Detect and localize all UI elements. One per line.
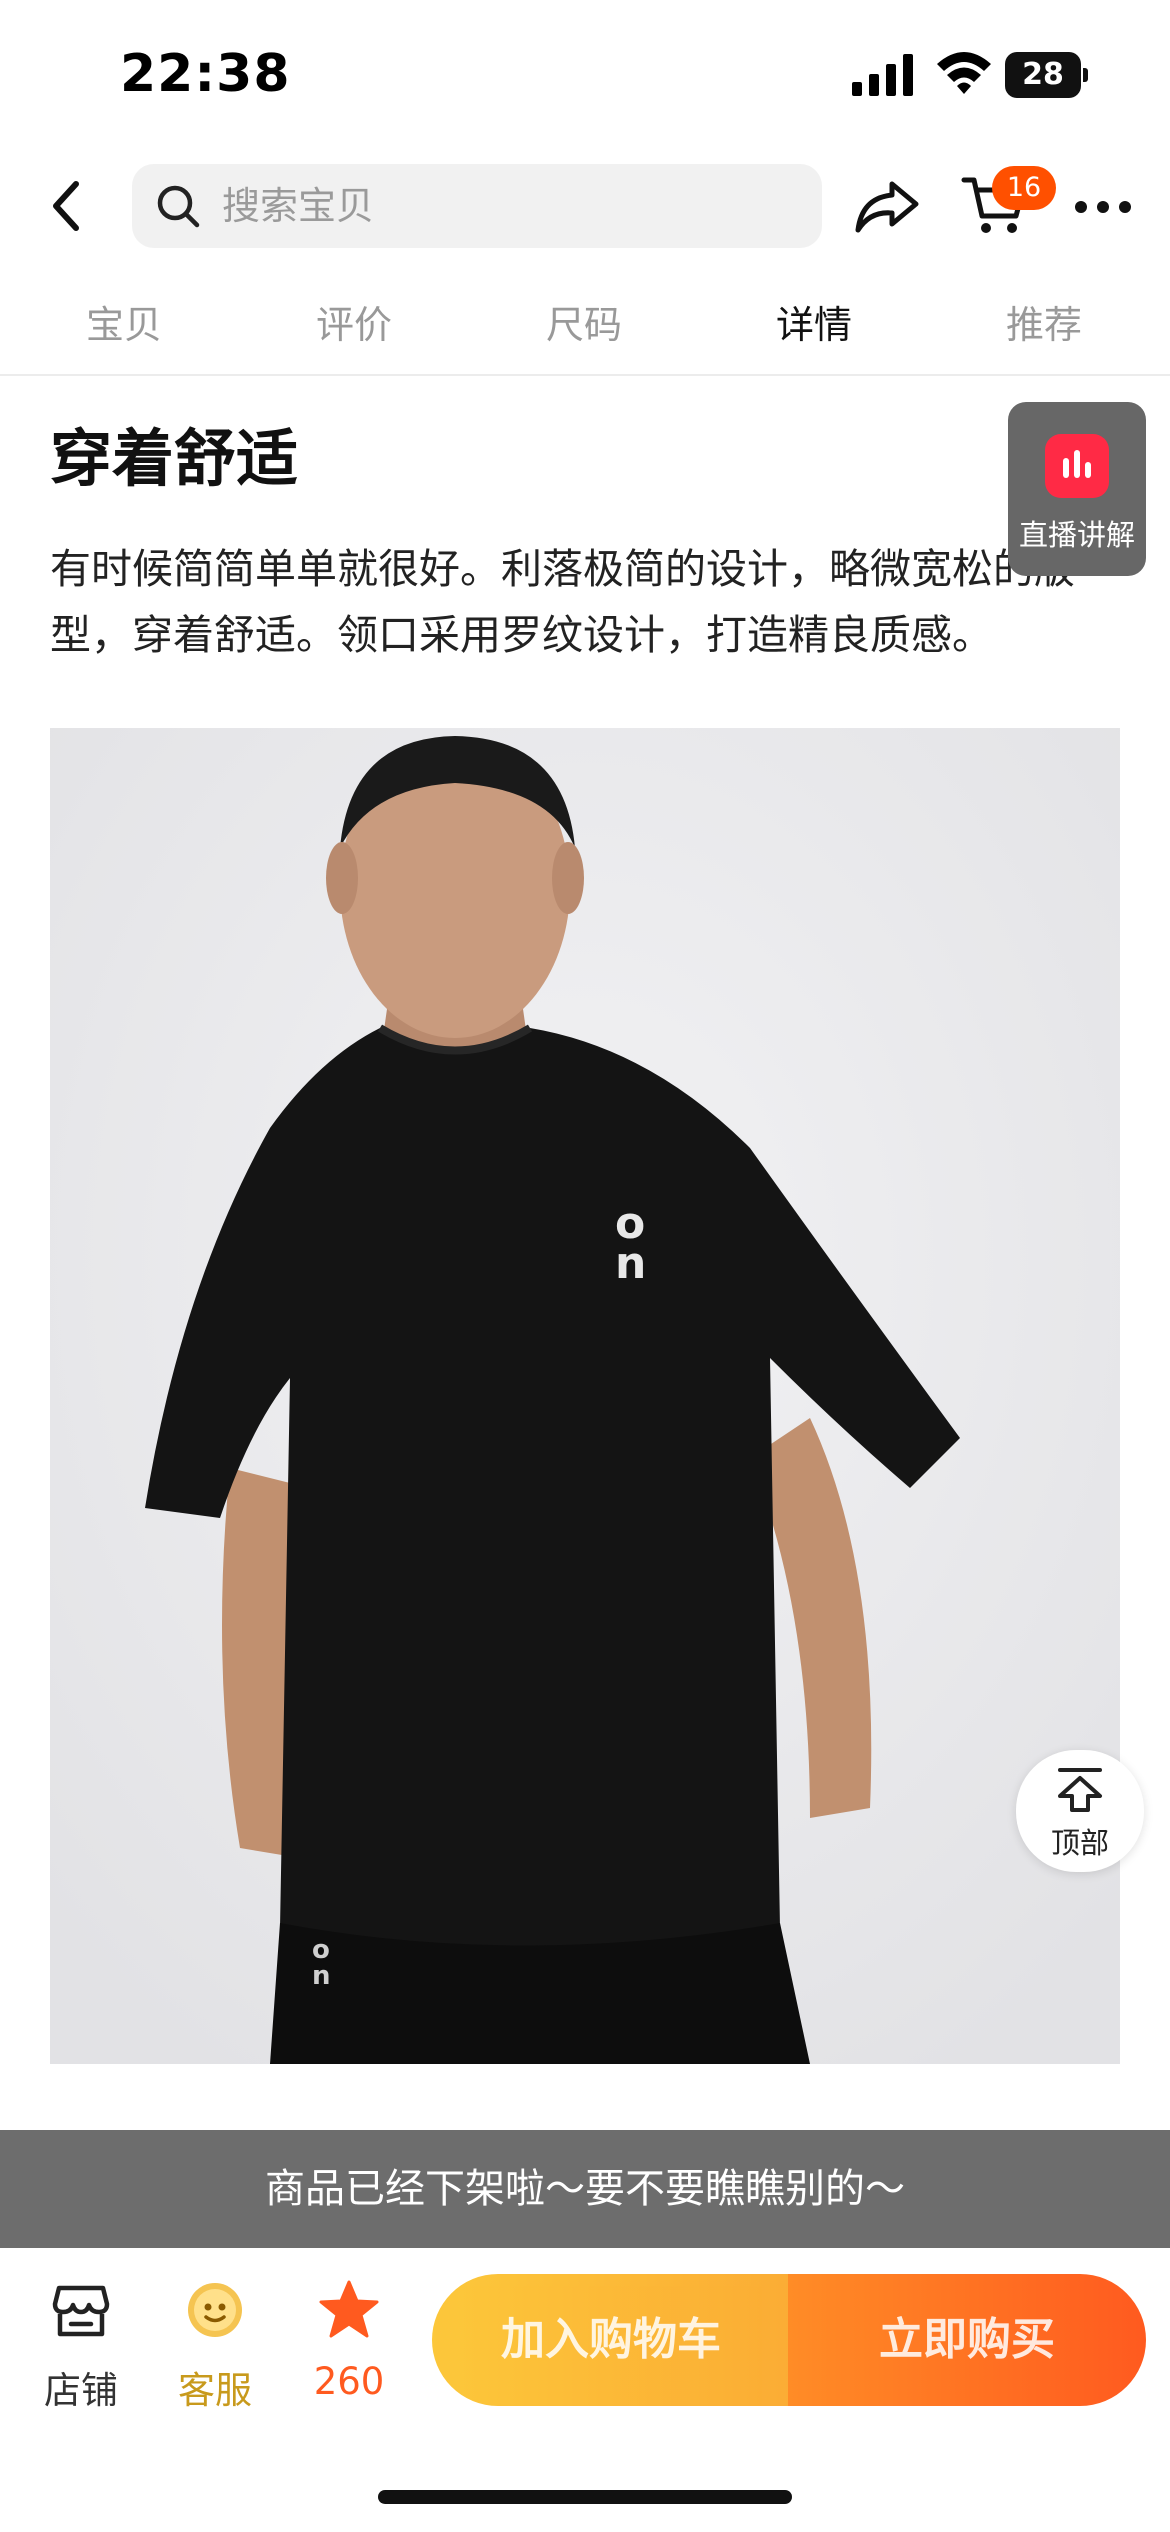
favorite-button[interactable]: 260 — [294, 2278, 404, 2408]
offshelf-banner: 商品已经下架啦～要不要瞧瞧别的～ — [0, 2130, 1170, 2248]
live-explain-button[interactable]: 直播讲解 — [1008, 402, 1146, 576]
search-input[interactable]: 搜索宝贝 — [132, 164, 822, 248]
customer-service-button[interactable]: 客服 — [160, 2278, 270, 2412]
tab-recommend[interactable]: 推荐 — [964, 290, 1124, 360]
tab-reviews[interactable]: 评价 — [274, 290, 434, 360]
section-title: 穿着舒适 — [50, 422, 299, 495]
add-to-cart-label: 加入购物车 — [501, 2314, 721, 2365]
favorite-count: 260 — [313, 2360, 385, 2403]
status-bar: 22:38 28 — [0, 0, 1170, 150]
top-label: 顶部 — [1050, 1826, 1109, 1860]
product-photo: o n o n — [50, 728, 1120, 2064]
buy-now-label: 立即购买 — [879, 2314, 1055, 2365]
tab-baobei[interactable]: 宝贝 — [44, 290, 204, 360]
buy-now-button[interactable]: 立即购买 — [788, 2274, 1146, 2406]
battery-icon: 28 — [1005, 52, 1088, 98]
back-arrow-icon[interactable] — [44, 176, 88, 236]
star-icon — [319, 2280, 379, 2338]
store-icon — [52, 2285, 110, 2337]
wifi-icon — [937, 52, 991, 94]
top-arrow-icon — [1058, 1768, 1102, 1812]
share-icon[interactable] — [854, 176, 920, 236]
svg-text:n: n — [615, 1238, 646, 1289]
signal-icon — [852, 54, 913, 96]
live-icon — [1045, 434, 1109, 498]
tab-details[interactable]: 详情 — [734, 290, 894, 360]
more-icon[interactable] — [1074, 200, 1132, 214]
search-placeholder: 搜索宝贝 — [222, 184, 375, 228]
home-indicator — [378, 2490, 792, 2504]
back-to-top-button[interactable]: 顶部 — [1016, 1750, 1144, 1872]
tab-size[interactable]: 尺码 — [504, 290, 664, 360]
detail-tabs: 宝贝 评价 尺码 详情 推荐 — [0, 290, 1170, 376]
search-icon — [157, 185, 200, 228]
store-label: 店铺 — [44, 2369, 118, 2412]
offshelf-text: 商品已经下架啦～要不要瞧瞧别的～ — [265, 2166, 905, 2212]
section-description: 有时候简简单单就很好。利落极简的设计，略微宽松的版型，穿着舒适。领口采用罗纹设计… — [50, 545, 1075, 659]
status-time: 22:38 — [120, 44, 291, 104]
live-label: 直播讲解 — [1018, 518, 1135, 552]
service-icon — [188, 2283, 242, 2337]
store-button[interactable]: 店铺 — [26, 2278, 136, 2412]
service-label: 客服 — [178, 2369, 252, 2412]
svg-text:n: n — [312, 1961, 331, 1991]
battery-level: 28 — [1022, 57, 1064, 92]
cart-count-badge: 16 — [992, 166, 1056, 210]
add-to-cart-button[interactable]: 加入购物车 — [432, 2274, 790, 2406]
